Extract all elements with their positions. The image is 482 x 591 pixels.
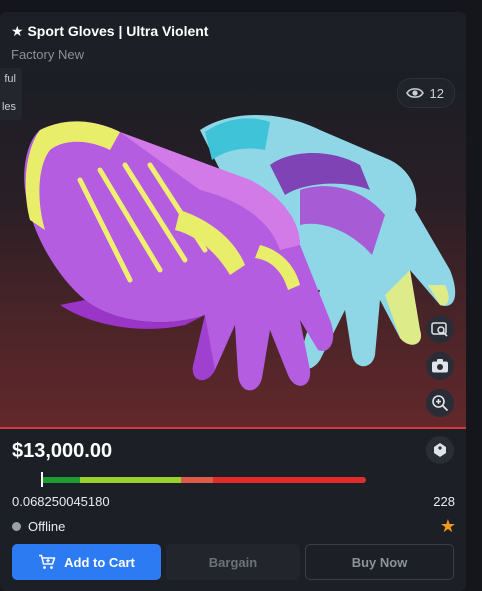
- tag-button[interactable]: [426, 436, 454, 464]
- star-icon[interactable]: ★: [440, 517, 456, 535]
- wear-segment-mw: [80, 477, 181, 483]
- buy-now-label: Buy Now: [351, 554, 408, 570]
- cart-icon: [39, 554, 56, 569]
- item-price: $13,000.00: [12, 440, 113, 462]
- seller-status: Offline: [12, 519, 65, 534]
- status-dot: [12, 522, 21, 531]
- zoom-in-icon: [432, 395, 449, 412]
- tag-icon: [434, 443, 446, 457]
- item-card: ★ Sport Gloves | Ultra Violent Factory N…: [0, 12, 466, 591]
- buy-now-button[interactable]: Buy Now: [305, 544, 454, 580]
- bargain-label: Bargain: [208, 554, 258, 570]
- inspect-icon: [431, 322, 448, 337]
- bargain-button[interactable]: Bargain: [166, 544, 300, 580]
- camera-icon: [432, 359, 448, 373]
- gloves-image: [24, 115, 456, 391]
- add-to-cart-button[interactable]: Add to Cart: [12, 544, 161, 580]
- wear-segment-fn: [41, 477, 80, 483]
- side-tab-label-2: les: [1, 101, 16, 113]
- view-count: 12: [429, 85, 444, 101]
- wear-segment-ww: [180, 477, 214, 483]
- view-count-badge: 12: [396, 78, 455, 108]
- wear-marker: [41, 472, 43, 487]
- inspect-button[interactable]: [426, 315, 454, 343]
- status-label: Offline: [28, 519, 66, 534]
- pattern-seed: 228: [433, 494, 455, 509]
- wear-bar: [41, 477, 366, 483]
- wear-segment-bs: [213, 477, 366, 483]
- item-title: ★ Sport Gloves | Ultra Violent: [11, 23, 209, 39]
- item-image[interactable]: [0, 70, 466, 429]
- zoom-button[interactable]: [426, 389, 454, 417]
- side-tab[interactable]: ful les: [0, 68, 22, 120]
- float-value: 0.068250045180: [12, 494, 110, 509]
- add-to-cart-label: Add to Cart: [64, 554, 135, 570]
- side-tab-label-1: ful: [4, 73, 16, 85]
- eye-icon: [405, 88, 424, 98]
- screenshot-button[interactable]: [426, 352, 454, 380]
- item-exterior: Factory New: [11, 47, 84, 62]
